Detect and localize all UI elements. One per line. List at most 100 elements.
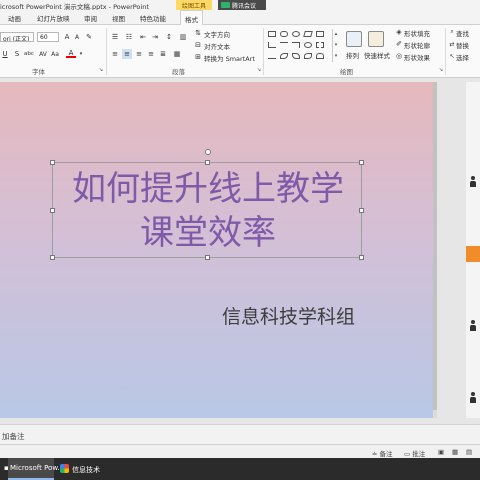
numbering-icon[interactable]: ☷ [124,32,134,42]
title-placeholder[interactable]: 如何提升线上教学 课堂效率 [50,149,364,260]
increase-indent-icon[interactable]: ⇥ [150,32,160,42]
font-size-combo[interactable]: 60 [37,32,59,42]
oval-shape-icon[interactable] [292,31,300,37]
arrange-icon[interactable] [346,31,362,47]
bullets-icon[interactable]: ☰ [110,32,120,42]
participant-icon[interactable] [469,320,477,332]
curve-shape-icon[interactable] [268,53,276,59]
microphone-icon[interactable] [469,392,477,404]
slide-canvas[interactable]: 如何提升线上教学 课堂效率 信息科技学科组 [0,82,433,418]
separator [263,28,264,75]
convert-smartart-button[interactable]: 转换为 SmartArt [204,53,255,63]
shrink-font-icon[interactable]: A [72,32,82,42]
resize-handle[interactable] [205,160,210,165]
orange-user-icon[interactable] [466,246,480,262]
taskbar-powerpoint[interactable]: Microsoft Pow... [8,458,64,480]
callout-shape-icon[interactable] [316,53,324,59]
comments-toggle-button[interactable]: ▭ 批注 [404,448,425,458]
text-direction-icon[interactable]: ⇅ [193,28,203,38]
font-color-dropdown-icon[interactable]: ▾ [76,49,86,59]
tab-special-features[interactable]: 特色功能 [140,13,166,23]
replace-button[interactable]: 替换 [456,40,469,50]
reading-view-icon[interactable]: ▤ [466,448,472,456]
pen-icon[interactable]: ✐ [394,39,404,49]
tab-view[interactable]: 视图 [112,13,125,23]
notes-pane[interactable]: 加备注 [0,424,480,444]
select-button[interactable]: 选择 [456,52,469,62]
triangle-shape-icon[interactable] [268,42,276,48]
parallelogram-shape-icon[interactable] [303,31,313,37]
columns-icon[interactable]: ▥ [178,32,188,42]
columns-dropdown-icon[interactable]: ▦ [172,49,182,59]
justify-icon[interactable]: ≡ [146,49,156,59]
quick-styles-icon[interactable] [368,31,384,47]
character-spacing-icon[interactable]: AV [38,49,48,59]
star-shape-icon[interactable] [304,53,312,59]
line-shape-icon[interactable] [280,42,288,48]
normal-view-icon[interactable]: ▣ [438,448,444,456]
slide-subtitle[interactable]: 信息科技学科组 [222,302,355,329]
align-center-icon[interactable]: ≡ [122,49,132,59]
drawing-tools-context-tab[interactable]: 绘图工具 [176,0,213,10]
resize-handle[interactable] [50,255,55,260]
font-color-icon[interactable]: A [66,49,76,58]
shadow-icon[interactable]: S [12,49,22,59]
participant-icon[interactable] [469,176,477,188]
slide-sorter-icon[interactable]: ▦ [452,448,458,456]
resize-handle[interactable] [359,255,364,260]
tab-format[interactable]: 格式 [180,10,203,25]
meeting-badge[interactable]: 腾讯会议 [218,0,266,10]
notes-toggle-label: 备注 [379,450,393,458]
resize-handle[interactable] [205,255,210,260]
resize-handle[interactable] [50,160,55,165]
gallery-scroll[interactable]: ▴ ▾ ▾ [332,29,339,62]
shape-fill-button[interactable]: 形状填充 [404,28,430,38]
align-right-icon[interactable]: ≡ [134,49,144,59]
arrange-button[interactable]: 排列 [346,50,359,60]
smartart-icon[interactable]: ⊞ [193,52,203,62]
distribute-icon[interactable]: ≣ [158,49,168,59]
line-spacing-icon[interactable]: ↕ [164,32,174,42]
chrome-icon [60,464,69,473]
font-group-label: 字体 [32,68,45,76]
grow-font-icon[interactable]: A [62,32,72,42]
strikethrough-icon[interactable]: abc [24,49,34,59]
elbow-connector-shape-icon[interactable] [292,42,300,48]
shape-outline-button[interactable]: 形状轮廓 [404,40,430,50]
align-left-icon[interactable]: ≡ [110,49,120,59]
tab-review[interactable]: 审阅 [84,13,97,23]
effects-icon[interactable]: ◎ [394,51,404,61]
brace-shape-icon[interactable] [280,53,288,59]
shape-effects-button[interactable]: 形状效果 [404,52,430,62]
taskbar-info-tech[interactable]: 信息技术 [56,458,104,480]
text-direction-button[interactable]: 文字方向 [204,29,230,39]
tab-slideshow[interactable]: 幻灯片放映 [37,13,70,23]
font-name-combo[interactable]: ori (正文) [0,32,34,42]
find-button[interactable]: 查找 [456,28,469,38]
slide-title-line2: 课堂效率 [140,213,276,253]
resize-handle[interactable] [359,160,364,165]
taskbar-info-tech-label: 信息技术 [72,466,100,474]
vertical-scrollbar[interactable] [433,82,437,418]
underline-button[interactable]: U [0,49,10,59]
rotate-handle-icon[interactable] [205,149,211,155]
decrease-indent-icon[interactable]: ⇤ [138,32,148,42]
scrollbar-thumb[interactable] [433,82,437,410]
quick-styles-button[interactable]: 快速样式 [364,50,390,60]
rounded-rectangle-shape-icon[interactable] [280,31,288,37]
arrow-shape-icon[interactable] [316,42,324,48]
rectangle-shape-icon[interactable] [268,31,276,37]
square-shape-icon[interactable] [316,31,324,37]
clear-formatting-icon[interactable]: ✎ [84,32,94,42]
circle-shape-icon[interactable] [304,42,312,48]
paint-bucket-icon[interactable]: ◈ [394,27,404,37]
align-text-icon[interactable]: ⊟ [193,40,203,50]
notes-toggle-button[interactable]: ≐ 备注 [372,448,393,458]
font-dialog-launcher-icon[interactable]: ↘ [96,65,106,75]
change-case-icon[interactable]: Aa [50,49,60,59]
align-text-button[interactable]: 对齐文本 [204,41,230,51]
bracket-shape-icon[interactable] [292,53,300,59]
status-bar: ≐ 备注 ▭ 批注 ▣ ▦ ▤ [0,444,480,458]
shapes-gallery[interactable] [266,29,338,62]
tab-animations[interactable]: 动画 [8,13,21,23]
